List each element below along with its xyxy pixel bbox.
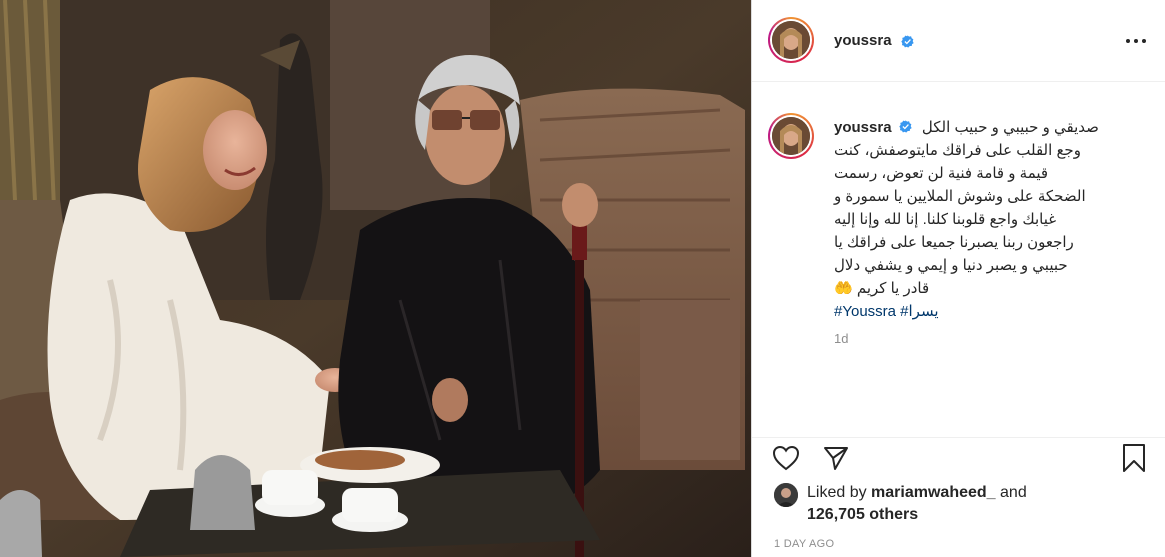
caption-line: وجع القلب على فراقك مايتوصفش، كنت (834, 142, 1081, 159)
caption-section: youssra صديقي و حبيبي و حبيب الكل وجع ال… (752, 100, 1165, 440)
caption-line: راجعون ربنا يصبرنا جميعا على فراقك يا (834, 234, 1074, 251)
post-author-username[interactable]: youssra (834, 32, 892, 49)
like-button[interactable] (770, 442, 802, 474)
caption-avatar[interactable] (768, 113, 814, 159)
save-button[interactable] (1118, 442, 1150, 474)
caption-line: قيمة و قامة فنية لن تعوض، رسمت (834, 165, 1049, 182)
avatar[interactable] (768, 17, 814, 63)
caption-line: قادر يا كريم 🤲 (834, 280, 930, 297)
caption-text: youssra صديقي و حبيبي و حبيب الكل وجع ال… (834, 116, 1149, 323)
post-image-scene (0, 0, 751, 557)
verified-badge-icon (899, 120, 912, 133)
heart-icon (772, 445, 800, 471)
liker-username[interactable]: mariamwaheed_ (871, 484, 996, 501)
caption-line: غيابك واجع قلوبنا كلنا. إنا لله وإنا إلي… (834, 211, 1057, 228)
caption-line: صديقي و حبيبي و حبيب الكل (921, 119, 1099, 136)
share-button[interactable] (820, 442, 852, 474)
post-header: youssra (752, 0, 1165, 82)
likes-summary: Liked by mariamwaheed_ and 126,705 other… (774, 480, 1154, 526)
caption-block: youssra صديقي و حبيبي و حبيب الكل وجع ال… (834, 116, 1149, 323)
caption-hashtags[interactable]: #Youssra #يسرا (834, 303, 939, 320)
paper-plane-icon (824, 447, 848, 470)
likes-line: Liked by mariamwaheed_ and (807, 484, 1027, 502)
caption-line: الضحكة على وشوش الملايين يا سمورة و (834, 188, 1086, 205)
likes-others[interactable]: 126,705 others (807, 506, 918, 524)
post-sidebar: youssra youssra صديقي و حبيبي و حبيب الك… (751, 0, 1165, 557)
likes-prefix: Liked by (807, 484, 867, 501)
caption-line: حبيبي و يصبر دنيا و إيمي و يشفي دلال (834, 257, 1068, 274)
caption-username[interactable]: youssra (834, 119, 892, 136)
bookmark-icon (1123, 444, 1145, 472)
post-actions-bar (752, 437, 1165, 477)
more-horizontal-icon[interactable] (1124, 30, 1148, 52)
liker-avatar[interactable] (774, 483, 798, 507)
verified-badge-icon (901, 35, 914, 48)
post-timestamp[interactable]: 1 DAY AGO (774, 538, 834, 550)
likes-connector: and (1000, 484, 1027, 501)
caption-age: 1d (834, 331, 849, 346)
post-image[interactable] (0, 0, 751, 557)
